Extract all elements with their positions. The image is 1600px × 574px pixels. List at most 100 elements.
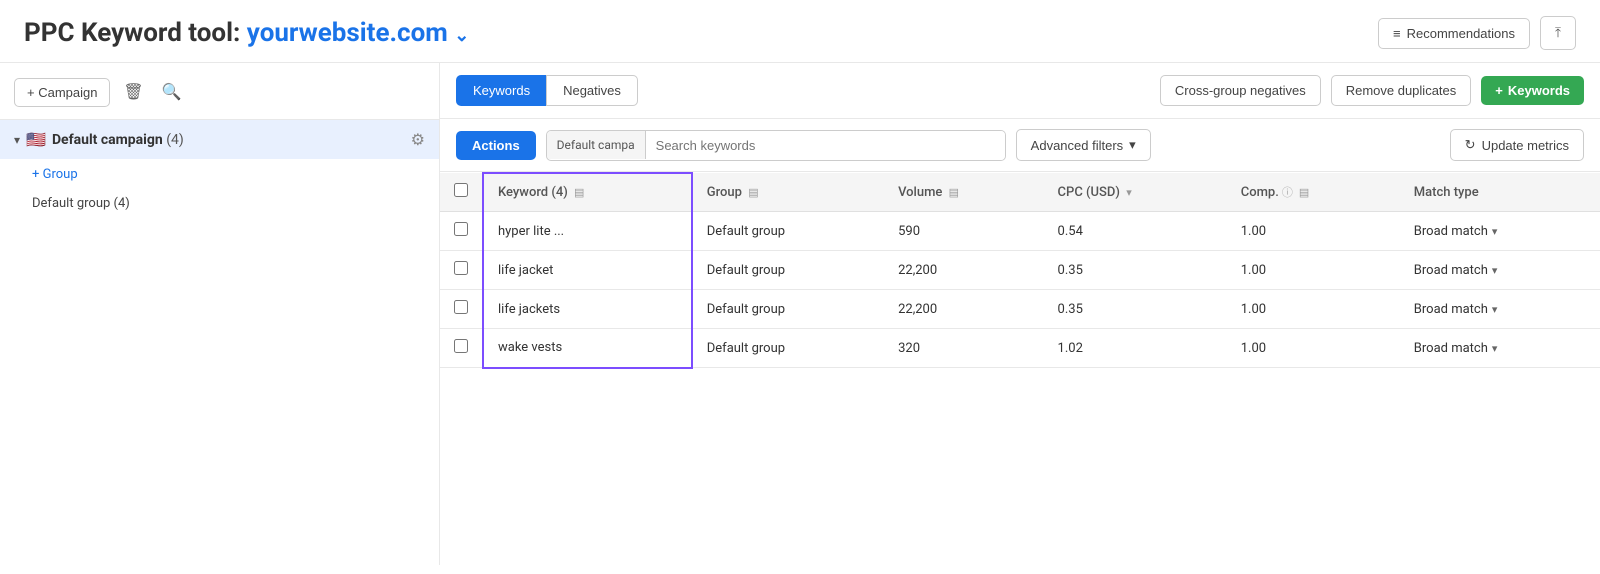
row-volume: 590 bbox=[884, 212, 1043, 251]
table-row: life jacket Default group 22,200 0.35 1.… bbox=[440, 251, 1600, 290]
actions-button[interactable]: Actions bbox=[456, 131, 536, 160]
match-type-chevron-icon: ▾ bbox=[1492, 303, 1498, 316]
refresh-icon: ↻ bbox=[1465, 137, 1476, 153]
col-header-comp[interactable]: Comp. ⓘ ▤ bbox=[1227, 173, 1400, 212]
sidebar-toolbar: + Campaign 🗑 🔍 bbox=[0, 77, 439, 120]
main-layout: + Campaign 🗑 🔍 ▾ 🇺🇸 Default campaign (4)… bbox=[0, 63, 1600, 565]
sort-icon-keyword: ▤ bbox=[574, 186, 584, 199]
row-volume: 320 bbox=[884, 329, 1043, 368]
recommendations-button[interactable]: ≡ Recommendations bbox=[1378, 18, 1530, 49]
row-group: Default group bbox=[692, 251, 884, 290]
search-button[interactable]: 🔍 bbox=[156, 77, 186, 107]
campaign-chevron-icon: ▾ bbox=[14, 133, 20, 147]
settings-icon[interactable]: ⚙ bbox=[411, 130, 425, 149]
delete-button[interactable]: 🗑 bbox=[118, 77, 148, 107]
chevron-down-icon: ▾ bbox=[1129, 137, 1136, 153]
export-button[interactable]: ⤒ bbox=[1540, 16, 1576, 50]
row-group: Default group bbox=[692, 290, 884, 329]
search-input[interactable] bbox=[646, 131, 1005, 160]
keywords-table: Keyword (4) ▤ Group ▤ Volume ▤ CPC (US bbox=[440, 172, 1600, 369]
col-header-volume[interactable]: Volume ▤ bbox=[884, 173, 1043, 212]
remove-duplicates-button[interactable]: Remove duplicates bbox=[1331, 75, 1472, 106]
header-actions: ≡ Recommendations ⤒ bbox=[1378, 16, 1576, 50]
row-cpc: 0.35 bbox=[1044, 251, 1227, 290]
match-type-chevron-icon: ▾ bbox=[1492, 342, 1498, 355]
default-group-item[interactable]: Default group (4) bbox=[0, 188, 439, 219]
row-match-type[interactable]: Broad match ▾ bbox=[1400, 212, 1600, 251]
match-type-chevron-icon: ▾ bbox=[1492, 225, 1498, 238]
header-checkbox-cell bbox=[440, 173, 483, 212]
table-row: hyper lite ... Default group 590 0.54 1.… bbox=[440, 212, 1600, 251]
row-checkbox-cell bbox=[440, 290, 483, 329]
table-row: life jackets Default group 22,200 0.35 1… bbox=[440, 290, 1600, 329]
campaign-flag: 🇺🇸 bbox=[26, 130, 46, 149]
row-volume: 22,200 bbox=[884, 290, 1043, 329]
row-keyword: life jacket bbox=[483, 251, 692, 290]
content-area: Keywords Negatives Cross-group negatives… bbox=[440, 63, 1600, 565]
row-match-type[interactable]: Broad match ▾ bbox=[1400, 251, 1600, 290]
search-icon: 🔍 bbox=[162, 82, 182, 102]
campaign-name: Default campaign (4) bbox=[52, 132, 405, 148]
keywords-table-wrapper: Keyword (4) ▤ Group ▤ Volume ▤ CPC (US bbox=[440, 172, 1600, 565]
update-metrics-button[interactable]: ↻ Update metrics bbox=[1450, 129, 1584, 161]
row-checkbox[interactable] bbox=[454, 339, 468, 353]
table-row: wake vests Default group 320 1.02 1.00 B… bbox=[440, 329, 1600, 368]
row-group: Default group bbox=[692, 212, 884, 251]
row-comp: 1.00 bbox=[1227, 290, 1400, 329]
trash-icon: 🗑 bbox=[123, 82, 143, 102]
tab-group: Keywords Negatives bbox=[456, 75, 638, 106]
col-header-match-type: Match type bbox=[1400, 173, 1600, 212]
advanced-filters-button[interactable]: Advanced filters ▾ bbox=[1016, 129, 1151, 161]
search-group: Default campa bbox=[546, 130, 1006, 161]
table-header-row: Keyword (4) ▤ Group ▤ Volume ▤ CPC (US bbox=[440, 173, 1600, 212]
add-campaign-button[interactable]: + Campaign bbox=[14, 78, 110, 107]
table-body: hyper lite ... Default group 590 0.54 1.… bbox=[440, 212, 1600, 368]
select-all-checkbox[interactable] bbox=[454, 183, 468, 197]
info-icon: ⓘ bbox=[1282, 184, 1293, 200]
row-volume: 22,200 bbox=[884, 251, 1043, 290]
col-header-cpc[interactable]: CPC (USD) ▾ bbox=[1044, 173, 1227, 212]
match-type-chevron-icon: ▾ bbox=[1492, 264, 1498, 277]
page-header: PPC Keyword tool: yourwebsite.com ⌄ ≡ Re… bbox=[0, 0, 1600, 63]
row-keyword: life jackets bbox=[483, 290, 692, 329]
domain-chevron-icon[interactable]: ⌄ bbox=[454, 25, 469, 46]
row-comp: 1.00 bbox=[1227, 329, 1400, 368]
tab-negatives[interactable]: Negatives bbox=[546, 75, 638, 106]
actions-bar: Actions Default campa Advanced filters ▾… bbox=[440, 119, 1600, 172]
row-cpc: 0.35 bbox=[1044, 290, 1227, 329]
tabs-bar: Keywords Negatives Cross-group negatives… bbox=[440, 63, 1600, 119]
campaign-item[interactable]: ▾ 🇺🇸 Default campaign (4) ⚙ bbox=[0, 120, 439, 159]
sort-icon-group: ▤ bbox=[748, 186, 758, 199]
row-cpc: 0.54 bbox=[1044, 212, 1227, 251]
row-comp: 1.00 bbox=[1227, 212, 1400, 251]
row-match-type[interactable]: Broad match ▾ bbox=[1400, 290, 1600, 329]
row-keyword: hyper lite ... bbox=[483, 212, 692, 251]
campaign-filter-label: Default campa bbox=[547, 131, 646, 159]
sort-icon-comp: ▤ bbox=[1299, 186, 1309, 199]
domain-link[interactable]: yourwebsite.com bbox=[247, 18, 448, 48]
row-checkbox-cell bbox=[440, 251, 483, 290]
sidebar: + Campaign 🗑 🔍 ▾ 🇺🇸 Default campaign (4)… bbox=[0, 63, 440, 565]
row-checkbox-cell bbox=[440, 212, 483, 251]
add-keywords-button[interactable]: + Keywords bbox=[1481, 76, 1584, 105]
sort-icon-volume: ▤ bbox=[949, 186, 959, 199]
row-checkbox[interactable] bbox=[454, 261, 468, 275]
cross-group-negatives-button[interactable]: Cross-group negatives bbox=[1160, 75, 1321, 106]
recommendations-icon: ≡ bbox=[1393, 26, 1401, 41]
row-checkbox[interactable] bbox=[454, 222, 468, 236]
col-header-keyword[interactable]: Keyword (4) ▤ bbox=[483, 173, 692, 212]
row-match-type[interactable]: Broad match ▾ bbox=[1400, 329, 1600, 368]
plus-icon: + bbox=[1495, 83, 1503, 98]
add-group-button[interactable]: + Group bbox=[0, 159, 439, 188]
sort-icon-cpc: ▾ bbox=[1126, 186, 1132, 199]
row-comp: 1.00 bbox=[1227, 251, 1400, 290]
tabs-right-actions: Cross-group negatives Remove duplicates … bbox=[1160, 75, 1584, 106]
row-checkbox[interactable] bbox=[454, 300, 468, 314]
tab-keywords[interactable]: Keywords bbox=[456, 75, 546, 106]
row-group: Default group bbox=[692, 329, 884, 368]
row-checkbox-cell bbox=[440, 329, 483, 368]
row-keyword: wake vests bbox=[483, 329, 692, 368]
row-cpc: 1.02 bbox=[1044, 329, 1227, 368]
col-header-group[interactable]: Group ▤ bbox=[692, 173, 884, 212]
page-title: PPC Keyword tool: yourwebsite.com ⌄ bbox=[24, 18, 469, 48]
